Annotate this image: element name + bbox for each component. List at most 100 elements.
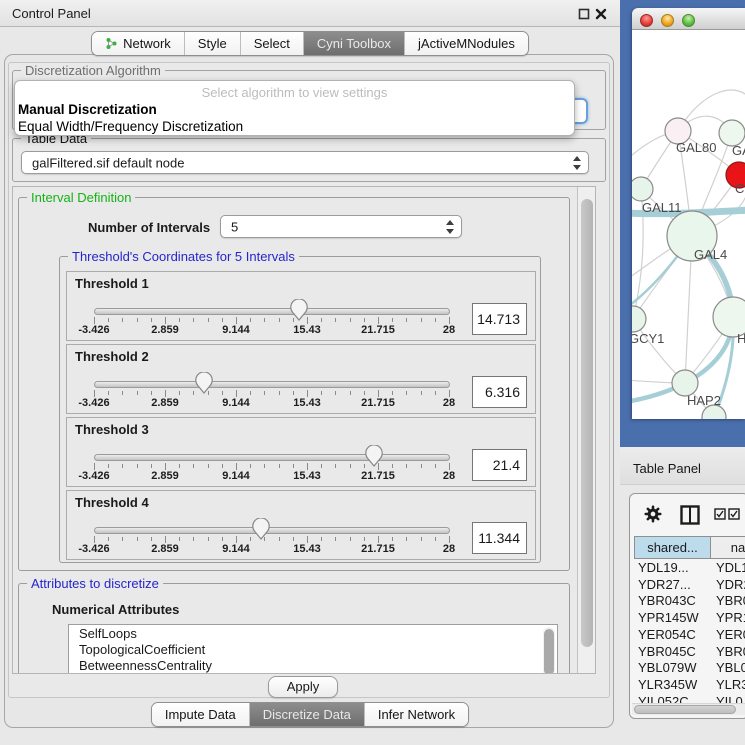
numerical-attributes-label: Numerical Attributes [52, 602, 179, 617]
network-icon [105, 37, 118, 50]
minimize-window-icon[interactable] [661, 14, 674, 27]
scrollbar-thumb[interactable] [544, 629, 554, 674]
tab-infer-network[interactable]: Infer Network [364, 703, 468, 726]
close-icon[interactable] [594, 7, 608, 21]
settings-scroll-viewport: Interval Definition Number of Intervals … [12, 186, 596, 674]
tab-cyni-toolbox[interactable]: Cyni Toolbox [303, 32, 404, 55]
network-node-label: GAL11 [642, 200, 682, 215]
cell-shared-name: YBR043C [638, 593, 696, 609]
list-item-selfloops[interactable]: SelfLoops [69, 625, 557, 641]
table-horizontal-scrollbar[interactable] [632, 703, 745, 715]
popup-item-equal-width-frequency[interactable]: Equal Width/Frequency Discretization [17, 119, 574, 134]
select-all-checkbox-icon[interactable] [714, 508, 726, 520]
scrollbar-thumb[interactable] [634, 705, 736, 714]
table-row[interactable]: YLR345W YLR3 [630, 677, 745, 694]
node-table-panel: shared... na YDL19...YDL1YDR27...YDR2YBR… [629, 493, 745, 719]
cell-shared-name: YDR27... [638, 577, 691, 593]
threshold-1-label: Threshold 1 [75, 276, 149, 291]
threshold-4-slider-track[interactable] [94, 527, 450, 534]
table-row[interactable]: YBR043CYBR0 [630, 593, 745, 610]
threshold-1-slider-track[interactable] [94, 308, 450, 315]
threshold-4-panel: Threshold 4 11.344 -3.4262.8599.14415.43… [66, 490, 536, 560]
slider-thumb[interactable] [251, 518, 271, 540]
cell-shared-name: YPR145W [638, 610, 699, 626]
network-node-label: C [735, 181, 744, 196]
threshold-1-panel: Threshold 1 14.713 -3.4262.8599.14415.43… [66, 271, 536, 341]
network-node-label: H [737, 331, 745, 346]
thresholds-group: Threshold's Coordinates for 5 Intervals … [59, 256, 541, 563]
table-row[interactable]: YDL19... YDL1 [630, 560, 745, 577]
network-node-label: HAP2 [687, 393, 721, 408]
network-node[interactable] [632, 306, 646, 332]
cell-name: YLR3 [716, 677, 745, 693]
tab-discretize-data[interactable]: Discretize Data [249, 703, 364, 726]
table-row[interactable]: YIL052CYIL0 [630, 694, 745, 703]
threshold-3-label: Threshold 3 [75, 422, 149, 437]
table-row[interactable]: YDR27... YDR2 [630, 577, 745, 594]
tab-jactivemnodules[interactable]: jActiveMNodules [404, 32, 528, 55]
network-canvas[interactable]: GAL80GACGAL11GAL4GCY1HHAP2 [632, 30, 745, 419]
cell-shared-name: YDL19... [638, 560, 689, 576]
apply-button[interactable]: Apply [268, 676, 338, 698]
column-header-name[interactable]: na [710, 536, 745, 559]
tab-select[interactable]: Select [240, 32, 303, 55]
network-view-window: GAL80GACGAL11GAL4GCY1HHAP2 [632, 8, 745, 419]
network-node-label: GAL80 [676, 140, 716, 155]
table-row[interactable]: YER054CYER0 [630, 627, 745, 644]
table-data-group: Table Data galFiltered.sif default node [12, 138, 606, 182]
tab-style[interactable]: Style [184, 32, 240, 55]
cell-shared-name: YER054C [638, 627, 696, 643]
interval-definition-title: Interval Definition [27, 190, 135, 205]
network-window-titlebar[interactable] [632, 8, 745, 30]
control-panel: Control Panel Network Style Select Cyni … [0, 0, 620, 745]
threshold-4-label: Threshold 4 [75, 495, 149, 510]
threshold-2-slider-track[interactable] [94, 381, 450, 388]
table-row[interactable]: YBR045CYBR0 [630, 644, 745, 661]
cell-name: YPR1 [716, 610, 745, 626]
network-node-label: GCY1 [632, 331, 664, 346]
slider-thumb[interactable] [364, 445, 384, 467]
float-window-icon[interactable] [577, 7, 591, 21]
threshold-2-label: Threshold 2 [75, 349, 149, 364]
slider-thumb[interactable] [289, 299, 309, 321]
list-item-topologicalcoefficient[interactable]: TopologicalCoefficient [69, 641, 557, 657]
tab-network-label: Network [123, 36, 171, 51]
tab-network[interactable]: Network [92, 32, 184, 55]
threshold-3-slider-track[interactable] [94, 454, 450, 461]
column-header-shared-name[interactable]: shared... [634, 536, 711, 559]
split-panel-icon[interactable] [680, 505, 700, 525]
number-of-intervals-label: Number of Intervals [88, 220, 210, 235]
popup-item-manual-discretization[interactable]: Manual Discretization [17, 102, 574, 117]
scrollbar-thumb[interactable] [581, 199, 593, 647]
slider-scale-labels: -3.4262.8599.14415.4321.71528 [67, 543, 535, 556]
number-of-intervals-combo[interactable]: 5 [220, 215, 462, 238]
attributes-list-scrollbar[interactable] [543, 627, 555, 674]
table-data-combo-value: galFiltered.sif default node [32, 155, 184, 170]
cyni-mode-tab-bar: Impute Data Discretize Data Infer Networ… [0, 702, 620, 727]
slider-scale-labels: -3.4262.8599.14415.4321.71528 [67, 397, 535, 410]
slider-ticks [94, 317, 451, 324]
cell-name: YDL1 [716, 560, 745, 576]
cell-name: YDR2 [716, 577, 745, 593]
zoom-window-icon[interactable] [682, 14, 695, 27]
settings-vertical-scrollbar[interactable] [577, 187, 596, 673]
combo-stepper-icon [572, 156, 581, 170]
tab-impute-data[interactable]: Impute Data [152, 703, 249, 726]
slider-ticks [94, 536, 451, 543]
unselect-all-checkbox-icon[interactable] [728, 508, 740, 520]
table-row[interactable]: YPR145W YPR1 [630, 610, 745, 627]
algorithm-popup: Select algorithm to view settings Manual… [14, 80, 575, 136]
cell-shared-name: YBL079W [638, 660, 697, 676]
table-panel-header: Table Panel [620, 447, 745, 485]
list-item-betweennesscentrality[interactable]: BetweennessCentrality [69, 657, 557, 673]
cell-shared-name: YIL052C [638, 694, 689, 703]
interval-definition-group: Interval Definition Number of Intervals … [18, 197, 570, 571]
table-data-combo[interactable]: galFiltered.sif default node [21, 151, 589, 174]
network-node-label: GA [732, 143, 745, 158]
cell-shared-name: YLR345W [638, 677, 697, 693]
slider-thumb[interactable] [194, 372, 214, 394]
gear-icon[interactable] [644, 505, 662, 523]
network-node[interactable] [632, 177, 653, 201]
close-window-icon[interactable] [640, 14, 653, 27]
table-row[interactable]: YBL079WYBL0 [630, 660, 745, 677]
